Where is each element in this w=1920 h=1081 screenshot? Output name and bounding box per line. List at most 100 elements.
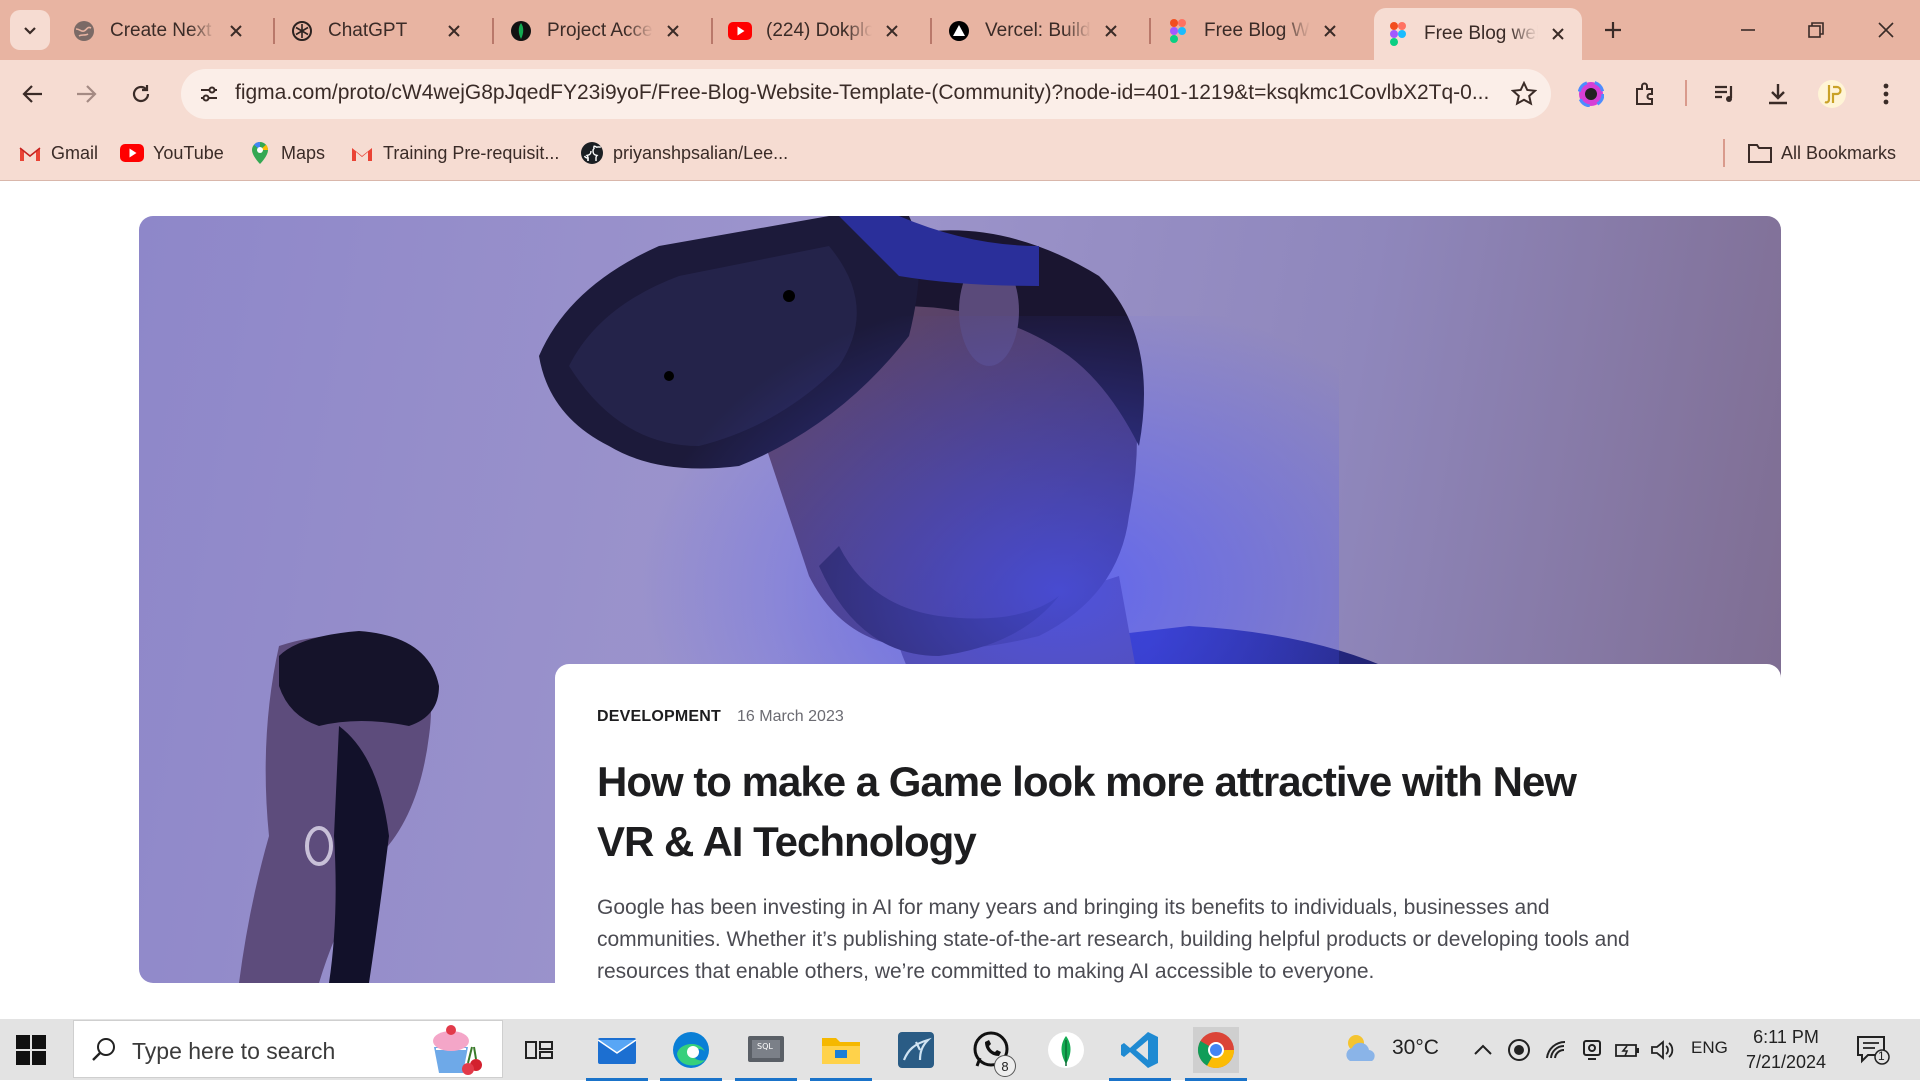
tab-dokploy[interactable]: (224) Dokploy <box>716 10 916 52</box>
extensions-button[interactable] <box>1626 74 1666 114</box>
task-view-button[interactable] <box>516 1027 562 1073</box>
close-icon[interactable] <box>661 19 685 43</box>
back-button[interactable] <box>13 74 53 114</box>
battery-charging-icon <box>1615 1044 1639 1057</box>
plus-icon <box>1605 22 1621 38</box>
vscode-app[interactable] <box>1109 1027 1171 1081</box>
input-language[interactable]: ENG <box>1691 1038 1728 1058</box>
tab-search-button[interactable] <box>10 10 50 50</box>
tab-title: ChatGPT <box>328 20 408 41</box>
action-center-button[interactable]: 1 <box>1856 1035 1890 1065</box>
windows-start-icon[interactable] <box>14 1033 48 1067</box>
post-title[interactable]: How to make a Game look more attractive … <box>597 752 1637 872</box>
clock-date: 7/21/2024 <box>1745 1052 1827 1072</box>
mysql-workbench-icon <box>898 1032 934 1068</box>
bookmark-gmail[interactable]: Gmail <box>18 137 98 169</box>
restore-button[interactable] <box>1792 10 1840 50</box>
bookmarks-divider <box>1723 139 1725 167</box>
downloads-button[interactable] <box>1758 74 1798 114</box>
color-picker-icon <box>1578 81 1604 107</box>
partly-cloudy-icon <box>1346 1035 1375 1061</box>
battery-button[interactable] <box>1612 1035 1642 1065</box>
sql-developer-icon: SQL <box>748 1036 784 1062</box>
figma-icon <box>1166 19 1190 43</box>
minimize-icon <box>1741 29 1755 31</box>
minimize-button[interactable] <box>1724 10 1772 50</box>
vercel-icon <box>947 19 971 43</box>
weather-widget[interactable]: 30°C <box>1342 1031 1439 1065</box>
network-button[interactable] <box>1541 1035 1571 1065</box>
forward-button[interactable] <box>66 74 106 114</box>
menu-button[interactable] <box>1866 74 1906 114</box>
close-icon[interactable] <box>442 19 466 43</box>
extension-colorzilla-button[interactable] <box>1571 74 1611 114</box>
tab-chatgpt[interactable]: ChatGPT <box>278 10 478 52</box>
puzzle-icon <box>1636 82 1653 105</box>
youtube-icon <box>120 141 144 165</box>
mysql-workbench-app[interactable] <box>893 1027 939 1073</box>
whatsapp-app[interactable]: 8 <box>968 1027 1016 1077</box>
tab-title: Free Blog Web <box>1204 20 1310 41</box>
tab-title: Project Access <box>547 20 653 41</box>
close-icon[interactable] <box>224 19 248 43</box>
arrow-left-icon <box>22 85 42 103</box>
mongodb-leaf-icon <box>509 19 533 43</box>
media-controls-button[interactable] <box>1705 74 1745 114</box>
edge-app[interactable] <box>660 1027 722 1081</box>
recording-indicator[interactable] <box>1504 1035 1534 1065</box>
restore-icon <box>1808 22 1824 38</box>
mail-icon <box>597 1038 637 1064</box>
tab-create-next-app[interactable]: Create Next App <box>60 10 260 52</box>
profile-button[interactable] <box>1812 74 1852 114</box>
address-bar[interactable]: figma.com/proto/cW4wejG8pJqedFY23i9yoF/F… <box>181 69 1551 119</box>
tab-divider <box>1149 18 1151 44</box>
avatar-icon <box>1818 80 1846 108</box>
gmail-icon <box>18 141 42 165</box>
taskbar-search-box[interactable]: Type here to search <box>73 1020 503 1078</box>
bookmark-maps[interactable]: Maps <box>248 137 325 169</box>
all-bookmarks-button[interactable]: All Bookmarks <box>1748 137 1896 169</box>
tab-free-blog-web[interactable]: Free Blog Web <box>1154 10 1354 52</box>
chrome-app[interactable] <box>1185 1027 1247 1081</box>
post-meta: DEVELOPMENT 16 March 2023 <box>597 708 844 726</box>
vscode-icon <box>1121 1032 1158 1068</box>
arrow-right-icon <box>77 85 97 103</box>
sql-developer-app[interactable]: SQL <box>735 1027 797 1081</box>
youtube-icon <box>728 19 752 43</box>
close-icon[interactable] <box>1546 22 1570 46</box>
bookmark-github[interactable]: priyanshpsalian/Lee... <box>580 137 788 169</box>
mail-app[interactable] <box>586 1027 648 1081</box>
mongodb-compass-app[interactable] <box>1043 1027 1089 1073</box>
bookmark-label: All Bookmarks <box>1781 142 1897 163</box>
globe-icon <box>72 19 96 43</box>
close-icon[interactable] <box>880 19 904 43</box>
bookmark-training[interactable]: Training Pre-requisit... <box>350 137 559 169</box>
tab-vercel[interactable]: Vercel: Build a <box>935 10 1135 52</box>
featured-post-card[interactable]: DEVELOPMENT 16 March 2023 How to make a … <box>555 664 1781 1019</box>
site-info-icon[interactable] <box>193 78 225 110</box>
reload-button[interactable] <box>121 74 161 114</box>
close-icon[interactable] <box>1318 19 1342 43</box>
post-category[interactable]: DEVELOPMENT <box>597 708 721 726</box>
folder-icon <box>1748 141 1772 165</box>
show-hidden-icons-button[interactable] <box>1468 1035 1498 1065</box>
tab-free-blog-web-active[interactable]: Free Blog web <box>1374 8 1582 60</box>
tab-divider <box>711 18 713 44</box>
task-view-icon <box>525 1041 553 1059</box>
figma-icon <box>1386 22 1410 46</box>
speaker-icon <box>1651 1040 1674 1060</box>
close-icon[interactable] <box>1099 19 1123 43</box>
tab-project-access[interactable]: Project Access <box>497 10 697 52</box>
chevron-up-icon <box>1474 1044 1492 1055</box>
meet-now-button[interactable] <box>1577 1035 1607 1065</box>
bookmark-label: Gmail <box>51 142 99 163</box>
clock[interactable]: 6:11 PM 7/21/2024 <box>1740 1025 1832 1075</box>
file-explorer-app[interactable] <box>810 1027 872 1081</box>
svg-text:SQL: SQL <box>757 1042 773 1051</box>
toolbar: figma.com/proto/cW4wejG8pJqedFY23i9yoF/F… <box>0 60 1920 127</box>
bookmark-youtube[interactable]: YouTube <box>120 137 224 169</box>
volume-button[interactable] <box>1648 1035 1678 1065</box>
close-window-button[interactable] <box>1862 10 1910 50</box>
new-tab-button[interactable] <box>1597 14 1629 46</box>
bookmark-star-icon[interactable] <box>1511 81 1537 107</box>
